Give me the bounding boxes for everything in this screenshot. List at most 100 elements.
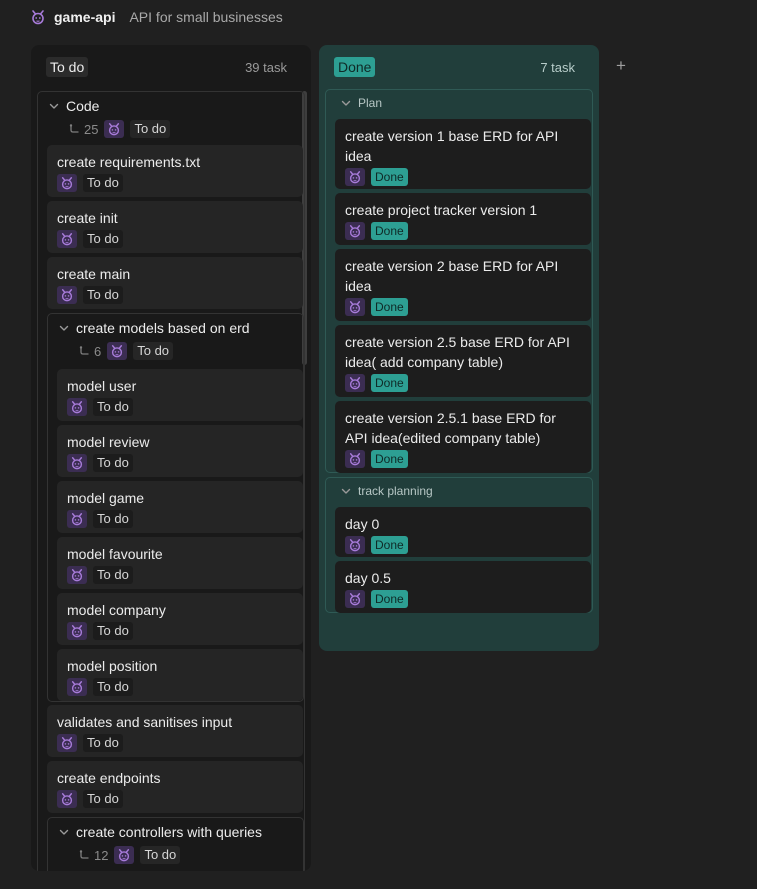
project-face-icon <box>30 9 46 25</box>
status-badge[interactable]: To do <box>93 566 133 584</box>
task-card[interactable]: model position To do <box>57 649 303 701</box>
assignee-avatar[interactable] <box>67 566 87 584</box>
task-card[interactable]: create endpoints To do <box>47 761 303 813</box>
status-badge[interactable]: To do <box>83 734 123 752</box>
task-meta: To do <box>67 398 293 416</box>
status-badge[interactable]: To do <box>93 678 133 696</box>
assignee-avatar[interactable] <box>57 790 77 808</box>
status-badge[interactable]: To do <box>93 510 133 528</box>
task-card[interactable]: validates and sanitises input To do <box>47 705 303 757</box>
task-meta: To do <box>57 790 293 808</box>
status-badge[interactable]: To do <box>140 846 181 864</box>
task-title: create main <box>57 266 131 282</box>
assignee-avatar[interactable] <box>104 120 125 138</box>
chevron-down-icon[interactable] <box>340 97 352 109</box>
status-badge[interactable]: Done <box>371 222 408 240</box>
group-title: track planning <box>358 484 433 498</box>
assignee-avatar[interactable] <box>345 450 365 468</box>
task-card[interactable]: create requirements.txt To do <box>47 145 303 197</box>
status-badge[interactable]: To do <box>83 230 123 248</box>
column-done: Done 7 task Plan create version 1 base E… <box>319 45 599 651</box>
subtask-count: 12 <box>78 848 108 863</box>
task-card[interactable]: model game To do <box>57 481 303 533</box>
task-meta: To do <box>57 230 293 248</box>
status-badge[interactable]: To do <box>133 342 174 360</box>
assignee-avatar[interactable] <box>57 734 77 752</box>
task-card[interactable]: create init To do <box>47 201 303 253</box>
status-badge[interactable]: Done <box>371 374 408 392</box>
assignee-avatar[interactable] <box>67 454 87 472</box>
status-badge[interactable]: Done <box>371 298 408 316</box>
task-card[interactable]: model favourite To do <box>57 537 303 589</box>
assignee-avatar[interactable] <box>345 590 365 608</box>
task-title: day 0.5 <box>345 570 391 586</box>
status-badge[interactable]: To do <box>93 622 133 640</box>
group-meta: 25 To do <box>68 120 171 138</box>
status-badge[interactable]: To do <box>93 454 133 472</box>
task-card[interactable]: create version 1 base ERD for API idea Do… <box>335 119 591 189</box>
project-header: game-api API for small businesses <box>30 6 283 28</box>
task-card[interactable]: create version 2 base ERD for API idea Do… <box>335 249 591 321</box>
group-header[interactable]: track planning <box>340 484 433 498</box>
project-description: API for small businesses <box>129 9 283 25</box>
status-badge[interactable]: To do <box>83 286 123 304</box>
assignee-avatar[interactable] <box>345 222 365 240</box>
task-meta: Done <box>345 222 581 240</box>
status-badge[interactable]: Done <box>371 450 408 468</box>
chevron-down-icon[interactable] <box>48 100 60 112</box>
status-badge[interactable]: Done <box>371 168 408 186</box>
task-meta: To do <box>67 678 293 696</box>
group-header[interactable]: create models based on erd <box>58 320 250 336</box>
group-title: create models based on erd <box>76 320 250 336</box>
group-header[interactable]: Plan <box>340 96 382 110</box>
column-task-count: 39 task <box>245 59 287 75</box>
task-meta: To do <box>57 734 293 752</box>
task-card[interactable]: create project tracker version 1 Done <box>335 193 591 245</box>
subtask-count: 6 <box>78 344 101 359</box>
task-card[interactable]: create version 2.5.1 base ERD for API ide… <box>335 401 591 473</box>
task-meta: Done <box>345 536 581 554</box>
chevron-down-icon[interactable] <box>340 485 352 497</box>
assignee-avatar[interactable] <box>345 374 365 392</box>
assignee-avatar[interactable] <box>57 174 77 192</box>
status-badge[interactable]: To do <box>83 790 123 808</box>
assignee-avatar[interactable] <box>67 678 87 696</box>
status-badge[interactable]: Done <box>371 590 408 608</box>
subtask-count: 25 <box>68 122 98 137</box>
task-title: create init <box>57 210 118 226</box>
project-name[interactable]: game-api <box>54 9 115 25</box>
assignee-avatar[interactable] <box>114 846 135 864</box>
subtask-icon <box>68 123 80 135</box>
assignee-avatar[interactable] <box>345 168 365 186</box>
assignee-avatar[interactable] <box>67 622 87 640</box>
column-title[interactable]: Done <box>334 57 376 77</box>
assignee-avatar[interactable] <box>107 342 128 360</box>
status-badge[interactable]: Done <box>371 536 408 554</box>
task-card[interactable]: create main To do <box>47 257 303 309</box>
add-column-button[interactable]: + <box>613 56 629 76</box>
task-card[interactable]: model user To do <box>57 369 303 421</box>
chevron-down-icon[interactable] <box>58 322 70 334</box>
task-card[interactable]: create version 2.5 base ERD for API idea(… <box>335 325 591 397</box>
task-card[interactable]: day 0 Done <box>335 507 591 557</box>
assignee-avatar[interactable] <box>67 398 87 416</box>
chevron-down-icon[interactable] <box>58 826 70 838</box>
assignee-avatar[interactable] <box>57 230 77 248</box>
group-header[interactable]: Code <box>48 98 99 114</box>
task-card[interactable]: model review To do <box>57 425 303 477</box>
assignee-avatar[interactable] <box>57 286 77 304</box>
status-badge[interactable]: To do <box>93 398 133 416</box>
column-title[interactable]: To do <box>46 57 89 77</box>
assignee-avatar[interactable] <box>67 510 87 528</box>
task-card[interactable]: model company To do <box>57 593 303 645</box>
task-meta: To do <box>57 174 293 192</box>
task-meta: To do <box>67 454 293 472</box>
status-badge[interactable]: To do <box>130 120 171 138</box>
task-card[interactable]: day 0.5 Done <box>335 561 591 613</box>
status-badge[interactable]: To do <box>83 174 123 192</box>
group-header[interactable]: create controllers with queries <box>58 824 262 840</box>
assignee-avatar[interactable] <box>345 536 365 554</box>
assignee-avatar[interactable] <box>345 298 365 316</box>
task-title: create version 2.5 base ERD for API idea(… <box>345 334 570 370</box>
task-meta: To do <box>67 510 293 528</box>
